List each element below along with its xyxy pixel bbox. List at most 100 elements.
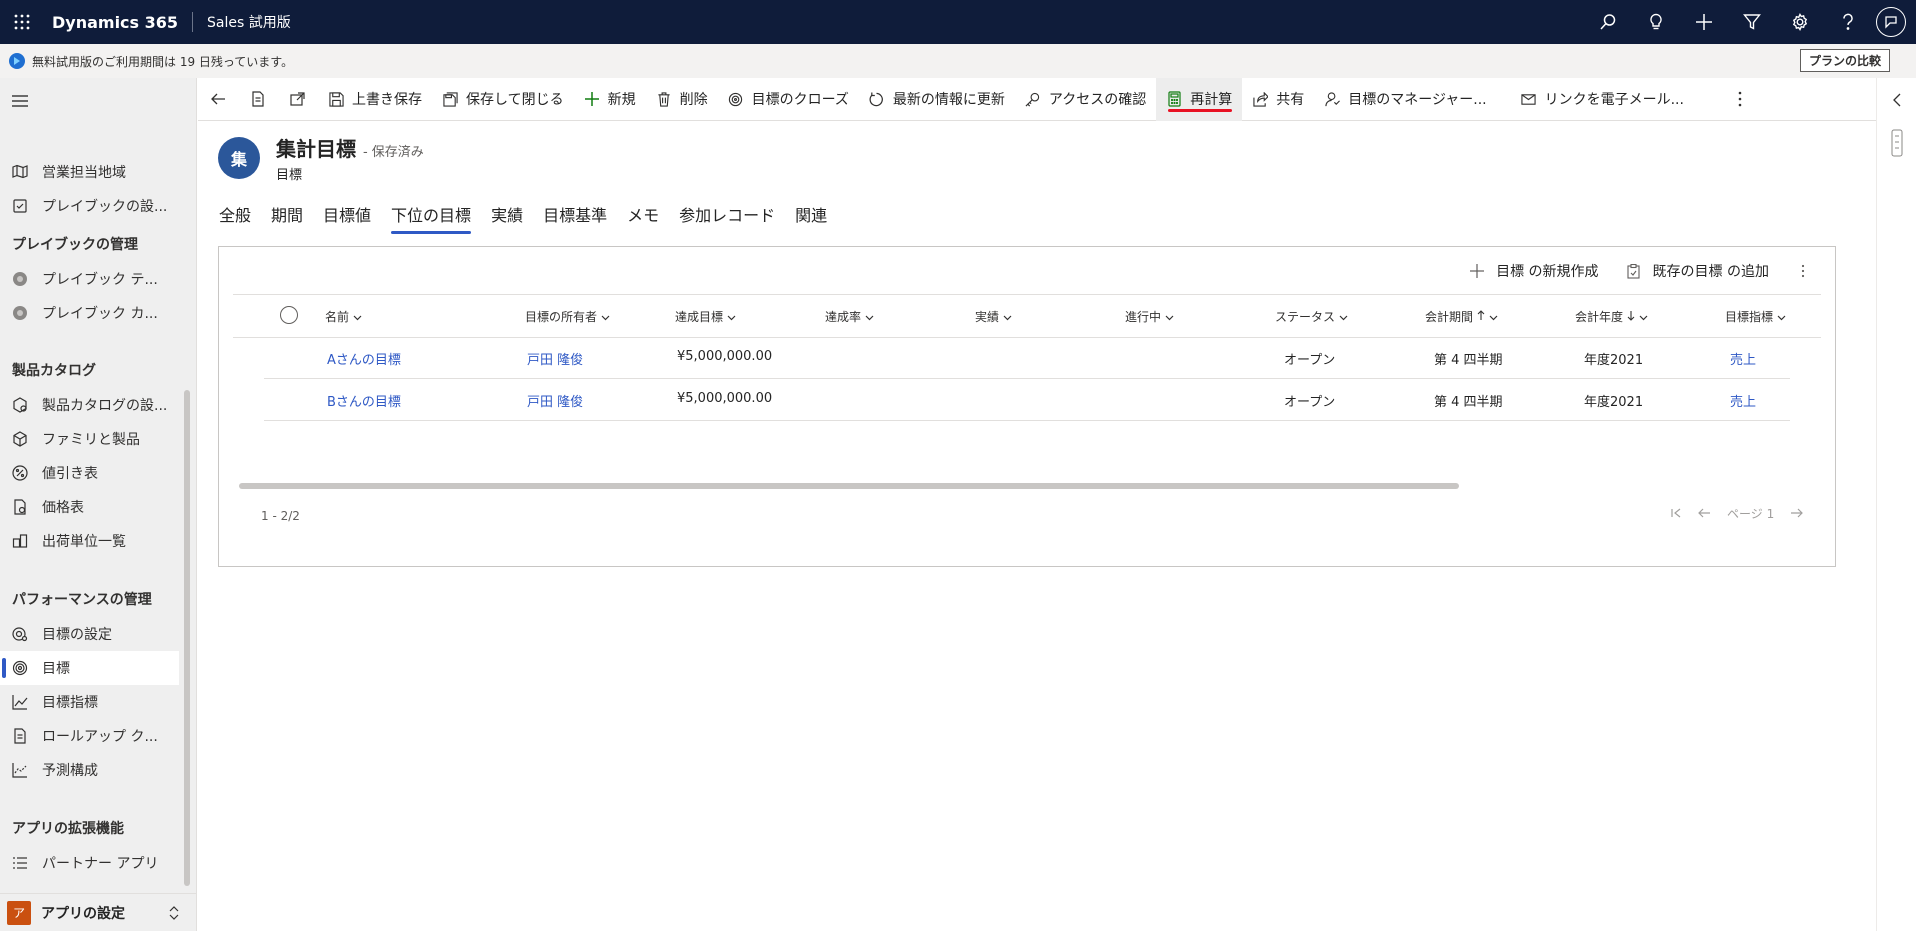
goal-metric-link[interactable]: 売上 <box>1730 391 1756 410</box>
forecast-icon <box>12 762 28 778</box>
goal-owner-link[interactable]: 戸田 隆俊 <box>527 349 583 368</box>
settings-icon[interactable] <box>1776 0 1824 44</box>
tab-general[interactable]: 全般 <box>219 202 251 234</box>
save-and-close-button[interactable]: 保存して閉じる <box>432 78 574 121</box>
playbook-icon <box>12 305 28 321</box>
assistant-icon[interactable] <box>1889 128 1905 158</box>
tab-period[interactable]: 期間 <box>271 202 303 234</box>
delete-button[interactable]: 削除 <box>646 78 718 121</box>
recalculate-button[interactable]: 再計算 <box>1156 77 1243 121</box>
add-existing-goal-button[interactable]: 既存の目標 の追加 <box>1627 261 1769 281</box>
goal-settings-icon <box>12 626 28 642</box>
save-button[interactable]: 上書き保存 <box>318 78 432 121</box>
tab-target-values[interactable]: 目標値 <box>323 202 371 234</box>
open-new-window-button[interactable] <box>278 78 318 121</box>
column-header-status[interactable]: ステータス <box>1275 308 1348 325</box>
user-avatar-icon[interactable] <box>1876 7 1906 37</box>
sidebar-item-catalog-settings[interactable]: 製品カタログの設... <box>0 388 179 422</box>
table-row[interactable]: Bさんの目標 戸田 隆俊 ¥5,000,000.00 オープン 第 4 四半期 … <box>264 379 1790 421</box>
goal-fiscal-period: 第 4 四半期 <box>1434 353 1503 368</box>
app-area-name[interactable]: Sales 試用版 <box>207 12 291 32</box>
record-title: 集計目標 - 保存済み <box>276 137 424 161</box>
help-icon[interactable] <box>1824 0 1872 44</box>
grid-more-button[interactable] <box>1801 264 1805 278</box>
share-button[interactable]: 共有 <box>1242 78 1314 121</box>
chevron-down-icon <box>1339 310 1348 324</box>
app-title[interactable]: Dynamics 365 <box>52 13 178 32</box>
compare-plans-button[interactable]: プランの比較 <box>1799 49 1890 72</box>
sidebar-item-playbook-categories[interactable]: プレイブック カ... <box>0 296 179 330</box>
key-icon <box>1025 91 1041 107</box>
chevron-down-icon <box>353 310 362 324</box>
goal-owner-link[interactable]: 戸田 隆俊 <box>527 391 583 410</box>
sidebar-item-partner-apps[interactable]: パートナー アプリ <box>0 846 179 880</box>
new-goal-button[interactable]: 目標 の新規作成 <box>1470 261 1599 281</box>
trash-icon <box>656 91 672 107</box>
first-page-icon[interactable] <box>1671 507 1682 521</box>
lightbulb-icon[interactable] <box>1632 0 1680 44</box>
form-view-button[interactable] <box>238 78 278 121</box>
column-header-fiscal-period[interactable]: 会計期間 <box>1425 308 1498 325</box>
tab-notes[interactable]: メモ <box>627 202 659 234</box>
person-icon <box>1324 91 1340 107</box>
column-header-percent[interactable]: 達成率 <box>825 308 874 325</box>
area-switcher[interactable]: ア アプリの設定 <box>0 893 196 931</box>
sidebar-item-families-products[interactable]: ファミリと製品 <box>0 422 179 456</box>
sidebar-item-goal-settings[interactable]: 目標の設定 <box>0 617 179 651</box>
sitemap-sidebar: 営業担当地域 プレイブックの設... プレイブックの管理 プレイブック テ...… <box>0 78 197 931</box>
email-link-button[interactable]: リンクを電子メール... <box>1511 78 1694 121</box>
sidebar-item-playbook-settings[interactable]: プレイブックの設... <box>0 189 179 223</box>
sidebar-item-goals[interactable]: 目標 <box>0 651 179 685</box>
grid-horizontal-scrollbar[interactable] <box>239 483 1459 489</box>
collapse-chevron-icon[interactable] <box>1892 93 1902 107</box>
app-launcher-icon[interactable] <box>0 0 44 44</box>
plus-icon[interactable] <box>1680 0 1728 44</box>
clipboard-icon <box>1627 263 1641 279</box>
column-header-fiscal-year[interactable]: 会計年度 <box>1575 308 1648 325</box>
tab-actuals[interactable]: 実績 <box>491 202 523 234</box>
more-vertical-icon <box>1738 91 1742 107</box>
table-row[interactable]: Aさんの目標 戸田 隆俊 ¥5,000,000.00 オープン 第 4 四半期 … <box>264 337 1790 379</box>
pricelist-icon <box>12 499 28 515</box>
check-access-button[interactable]: アクセスの確認 <box>1015 78 1156 121</box>
column-header-name[interactable]: 名前 <box>325 308 362 325</box>
close-goal-button[interactable]: 目標のクローズ <box>718 78 859 121</box>
sidebar-item-goal-metrics[interactable]: 目標指標 <box>0 685 179 719</box>
save-icon <box>328 91 344 107</box>
goal-name-link[interactable]: Aさんの目標 <box>327 349 401 368</box>
tab-child-goals[interactable]: 下位の目標 <box>391 202 472 234</box>
column-header-in-progress[interactable]: 進行中 <box>1125 308 1174 325</box>
calculator-icon <box>1166 91 1182 107</box>
sidebar-scrollbar[interactable] <box>184 390 190 886</box>
select-all-checkbox[interactable] <box>280 306 298 324</box>
goal-metric-link[interactable]: 売上 <box>1730 349 1756 368</box>
goal-name-link[interactable]: Bさんの目標 <box>327 391 401 410</box>
more-commands-button[interactable] <box>1726 78 1754 121</box>
tab-related[interactable]: 関連 <box>795 202 827 234</box>
tab-goal-criteria[interactable]: 目標基準 <box>543 202 607 234</box>
goal-manager-button[interactable]: 目標のマネージャー... <box>1314 78 1496 121</box>
tab-participating-records[interactable]: 参加レコード <box>679 202 775 234</box>
column-header-owner[interactable]: 目標の所有者 <box>525 308 610 325</box>
hamburger-menu-icon[interactable] <box>10 91 30 111</box>
next-page-icon[interactable] <box>1790 507 1804 521</box>
sidebar-item-forecast-config[interactable]: 予測構成 <box>0 753 179 787</box>
sidebar-item-price-lists[interactable]: 価格表 <box>0 490 179 524</box>
column-header-metric[interactable]: 目標指標 <box>1725 308 1786 325</box>
back-button[interactable] <box>198 78 238 121</box>
sidebar-item-playbook-templates[interactable]: プレイブック テ... <box>0 262 179 296</box>
previous-page-icon[interactable] <box>1698 507 1711 521</box>
search-icon[interactable] <box>1584 0 1632 44</box>
sidebar-item-rollup-queries[interactable]: ロールアップ ク... <box>0 719 179 753</box>
grid-pager: ページ 1 <box>1671 505 1819 522</box>
refresh-button[interactable]: 最新の情報に更新 <box>859 78 1015 121</box>
sidebar-item-sales-territories[interactable]: 営業担当地域 <box>0 155 179 189</box>
catalog-icon <box>12 397 28 413</box>
new-button[interactable]: 新規 <box>574 78 646 121</box>
sidebar-item-discount-lists[interactable]: 値引き表 <box>0 456 179 490</box>
column-header-actual[interactable]: 実績 <box>975 308 1012 325</box>
column-header-target[interactable]: 達成目標 <box>675 308 736 325</box>
filter-icon[interactable] <box>1728 0 1776 44</box>
top-navigation-bar: Dynamics 365 Sales 試用版 <box>0 0 1916 44</box>
sidebar-item-unit-groups[interactable]: 出荷単位一覧 <box>0 524 179 558</box>
